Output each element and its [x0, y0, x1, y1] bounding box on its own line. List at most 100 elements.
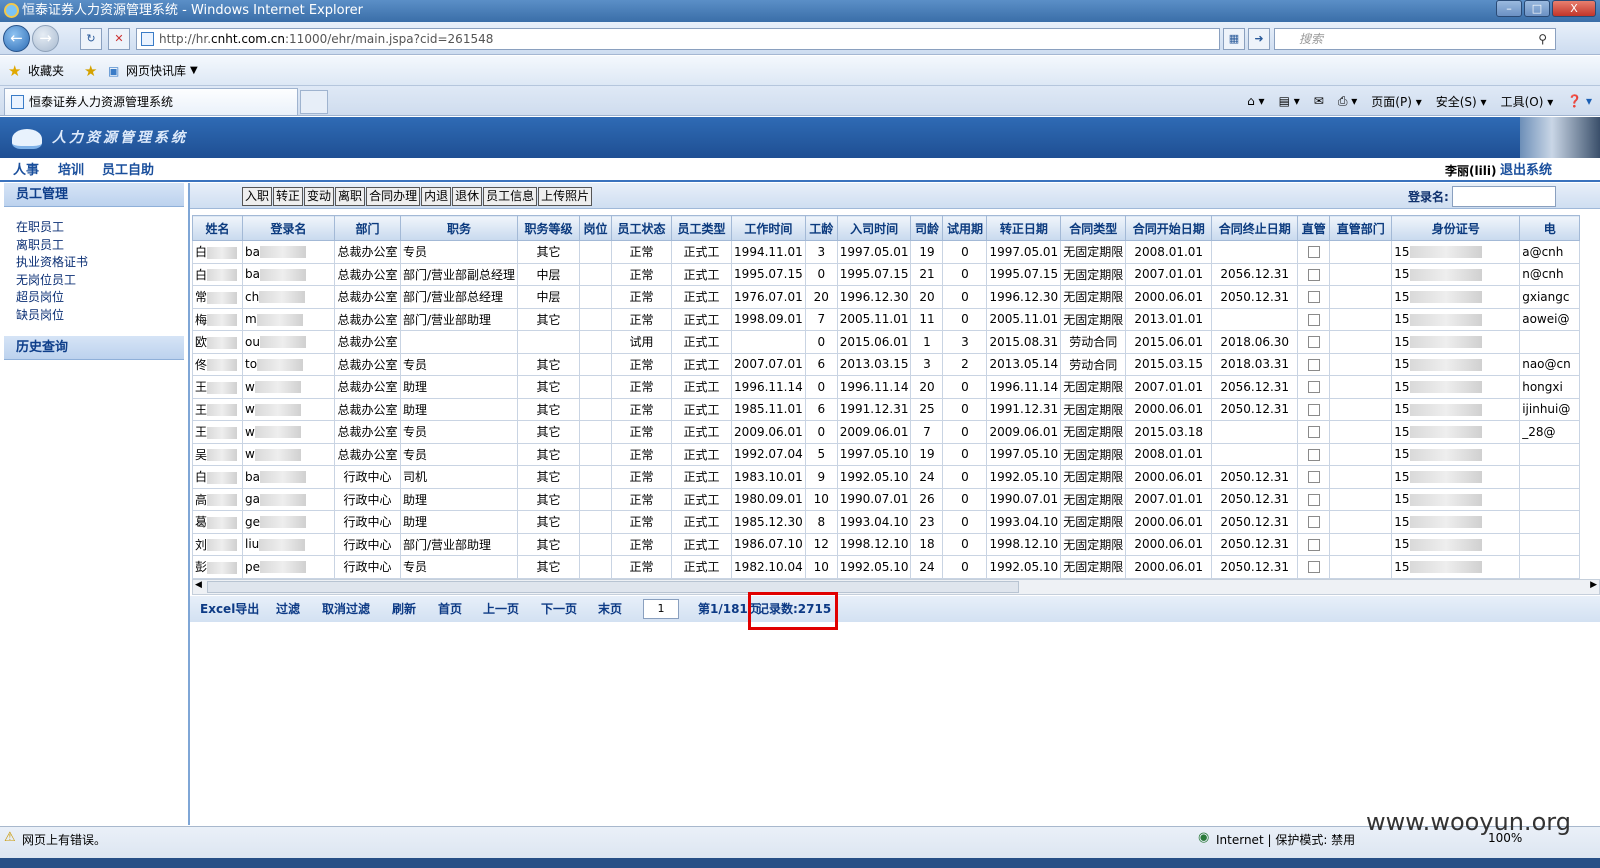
url-field[interactable]: http://hr.cnht.com.cn:11000/ehr/main.jsp…	[136, 28, 1220, 50]
column-header[interactable]: 身份证号	[1391, 215, 1521, 241]
column-header[interactable]: 员工类型	[671, 215, 733, 241]
column-header[interactable]: 转正日期	[986, 215, 1062, 241]
table-row[interactable]: 彭 pe 行政中心 专员 其它 正常 正式工 1982.10.04 10 1992.05.10 24…	[192, 555, 1581, 579]
change-button[interactable]: 变动	[304, 187, 335, 206]
sidebar-section-history[interactable]: 历史查询	[4, 336, 184, 360]
column-header[interactable]: 入司时间	[836, 215, 912, 241]
direct-manager-checkbox[interactable]	[1307, 538, 1320, 551]
refresh-icon[interactable]: ↻	[80, 28, 102, 50]
table-row[interactable]: 梅 m 总裁办公室 部门/营业部助理 其它 正常 正式工 1998.09.01 7 2005.11…	[192, 307, 1581, 331]
direct-manager-checkbox[interactable]	[1307, 246, 1320, 259]
column-header[interactable]: 登录名	[242, 215, 335, 241]
table-row[interactable]: 白 ba 总裁办公室 专员 其它 正常 正式工 1994.11.01 3 1997.05.01 19…	[192, 240, 1581, 264]
excel-export-button[interactable]: Excel导出	[200, 596, 259, 622]
chevron-down-icon[interactable]: ▼	[190, 56, 198, 86]
minimize-button[interactable]: –	[1496, 0, 1522, 17]
favorites-button[interactable]: 收藏夹	[28, 56, 64, 86]
table-row[interactable]: 王 w 总裁办公室 助理 其它 正常 正式工 1985.11.01 6 1991.12.31 25 0…	[192, 397, 1581, 421]
stop-icon[interactable]: ✕	[108, 28, 130, 50]
direct-manager-checkbox[interactable]	[1307, 403, 1320, 416]
table-row[interactable]: 欧 ou 总裁办公室 试用 正式工 0 2015.06.01 1 3 2015.08.31 劳动合同…	[192, 330, 1581, 354]
sidebar-item-no-position[interactable]: 无岗位员工	[0, 272, 188, 290]
table-row[interactable]: 刘 liu 行政中心 部门/营业部助理 其它 正常 正式工 1986.07.10 12 1998.…	[192, 532, 1581, 556]
table-row[interactable]: 佟 to 总裁办公室 专员 其它 正常 正式工 2007.07.01 6 2013.03.15 3 2…	[192, 352, 1581, 376]
column-header[interactable]: 职务	[399, 215, 519, 241]
help-icon[interactable]: ❓ ▾	[1567, 94, 1592, 108]
add-favorite-icon[interactable]: ★	[84, 56, 97, 86]
home-icon[interactable]: ⌂ ▾	[1247, 94, 1264, 108]
column-header[interactable]: 电	[1519, 215, 1581, 241]
column-header[interactable]: 工龄	[804, 215, 838, 241]
forward-button[interactable]: →	[32, 25, 59, 52]
filter-button[interactable]: 过滤	[276, 596, 300, 622]
column-header[interactable]: 合同类型	[1060, 215, 1127, 241]
prev-page-button[interactable]: 上一页	[483, 596, 519, 622]
new-tab-button[interactable]	[300, 90, 328, 114]
nav-personnel[interactable]: 人事	[13, 158, 39, 184]
direct-manager-checkbox[interactable]	[1307, 358, 1320, 371]
column-header[interactable]: 员工状态	[611, 215, 673, 241]
tab-active[interactable]: 恒泰证券人力资源管理系统	[4, 88, 298, 115]
sidebar-item-understaffed[interactable]: 缺员岗位	[0, 307, 188, 325]
direct-manager-checkbox[interactable]	[1307, 336, 1320, 349]
login-name-input[interactable]	[1452, 186, 1556, 207]
column-header[interactable]: 合同终止日期	[1211, 215, 1299, 241]
column-header[interactable]: 工作时间	[731, 215, 806, 241]
early-retire-button[interactable]: 内退	[421, 187, 452, 206]
direct-manager-checkbox[interactable]	[1307, 561, 1320, 574]
next-page-button[interactable]: 下一页	[541, 596, 577, 622]
first-page-button[interactable]: 首页	[438, 596, 462, 622]
column-header[interactable]: 职务等级	[517, 215, 581, 241]
page-number-input[interactable]: 1	[643, 599, 679, 619]
mail-icon[interactable]: ✉	[1314, 94, 1324, 108]
table-row[interactable]: 吴 w 总裁办公室 专员 其它 正常 正式工 1992.07.04 5 1997.05.10 19 0…	[192, 442, 1581, 466]
clear-filter-button[interactable]: 取消过滤	[322, 596, 370, 622]
error-message[interactable]: 网页上有错误。	[22, 831, 106, 848]
scroll-right-icon[interactable]: ▶	[1590, 580, 1597, 590]
table-row[interactable]: 白 ba 行政中心 司机 其它 正常 正式工 1983.10.01 9 1992.05.10 24 0…	[192, 465, 1581, 489]
column-header[interactable]: 试用期	[942, 215, 988, 241]
web-slice-gallery[interactable]: 网页快讯库	[126, 56, 186, 86]
column-header[interactable]: 直管部门	[1329, 215, 1393, 241]
resign-button[interactable]: 离职	[335, 187, 366, 206]
nav-self-service[interactable]: 员工自助	[102, 158, 154, 184]
sidebar-section-employee[interactable]: 员工管理	[4, 183, 184, 207]
table-row[interactable]: 常 ch 总裁办公室 部门/营业部总经理 中层 正常 正式工 1976.07.01 20 1996…	[192, 285, 1581, 309]
direct-manager-checkbox[interactable]	[1307, 268, 1320, 281]
search-input[interactable]: 搜索 ⚲	[1274, 28, 1556, 50]
logout-link[interactable]: 退出系统	[1500, 158, 1552, 184]
column-header[interactable]: 岗位	[579, 215, 613, 241]
scroll-left-icon[interactable]: ◀	[195, 580, 202, 590]
table-row[interactable]: 白 ba 总裁办公室 部门/营业部副总经理 中层 正常 正式工 1995.07.15 0 1995…	[192, 262, 1581, 286]
last-page-button[interactable]: 末页	[598, 596, 622, 622]
horizontal-scrollbar[interactable]: ◀ ▶	[192, 579, 1600, 595]
column-header[interactable]: 合同开始日期	[1125, 215, 1213, 241]
upload-photo-button[interactable]: 上传照片	[538, 187, 593, 206]
sidebar-item-resigned[interactable]: 离职员工	[0, 237, 188, 255]
contract-button[interactable]: 合同办理	[366, 187, 421, 206]
feeds-icon[interactable]: ▤ ▾	[1279, 94, 1300, 108]
go-icon[interactable]: ➜	[1248, 28, 1270, 50]
employee-info-button[interactable]: 员工信息	[483, 187, 538, 206]
tools-menu[interactable]: 工具(O) ▾	[1501, 93, 1554, 110]
direct-manager-checkbox[interactable]	[1307, 313, 1320, 326]
direct-manager-checkbox[interactable]	[1307, 291, 1320, 304]
onboard-button[interactable]: 入职	[242, 187, 273, 206]
print-icon[interactable]: ⎙ ▾	[1338, 94, 1357, 109]
scrollbar-thumb[interactable]	[207, 581, 1019, 593]
table-row[interactable]: 王 w 总裁办公室 助理 其它 正常 正式工 1996.11.14 0 1996.11.14 20 0…	[192, 375, 1581, 399]
retire-button[interactable]: 退休	[452, 187, 483, 206]
direct-manager-checkbox[interactable]	[1307, 426, 1320, 439]
sidebar-item-active[interactable]: 在职员工	[0, 219, 188, 237]
confirm-button[interactable]: 转正	[273, 187, 304, 206]
page-menu[interactable]: 页面(P) ▾	[1371, 93, 1421, 110]
table-row[interactable]: 高 ga 行政中心 助理 其它 正常 正式工 1980.09.01 10 1990.07.01 26…	[192, 487, 1581, 511]
table-row[interactable]: 王 w 总裁办公室 专员 其它 正常 正式工 2009.06.01 0 2009.06.01 7 0 2…	[192, 420, 1581, 444]
sidebar-item-overstaffed[interactable]: 超员岗位	[0, 289, 188, 307]
column-header[interactable]: 部门	[334, 215, 401, 241]
refresh-button[interactable]: 刷新	[392, 596, 416, 622]
direct-manager-checkbox[interactable]	[1307, 448, 1320, 461]
direct-manager-checkbox[interactable]	[1307, 493, 1320, 506]
table-row[interactable]: 葛 ge 行政中心 助理 其它 正常 正式工 1985.12.30 8 1993.04.10 23 0…	[192, 510, 1581, 534]
column-header[interactable]: 直管	[1297, 215, 1331, 241]
